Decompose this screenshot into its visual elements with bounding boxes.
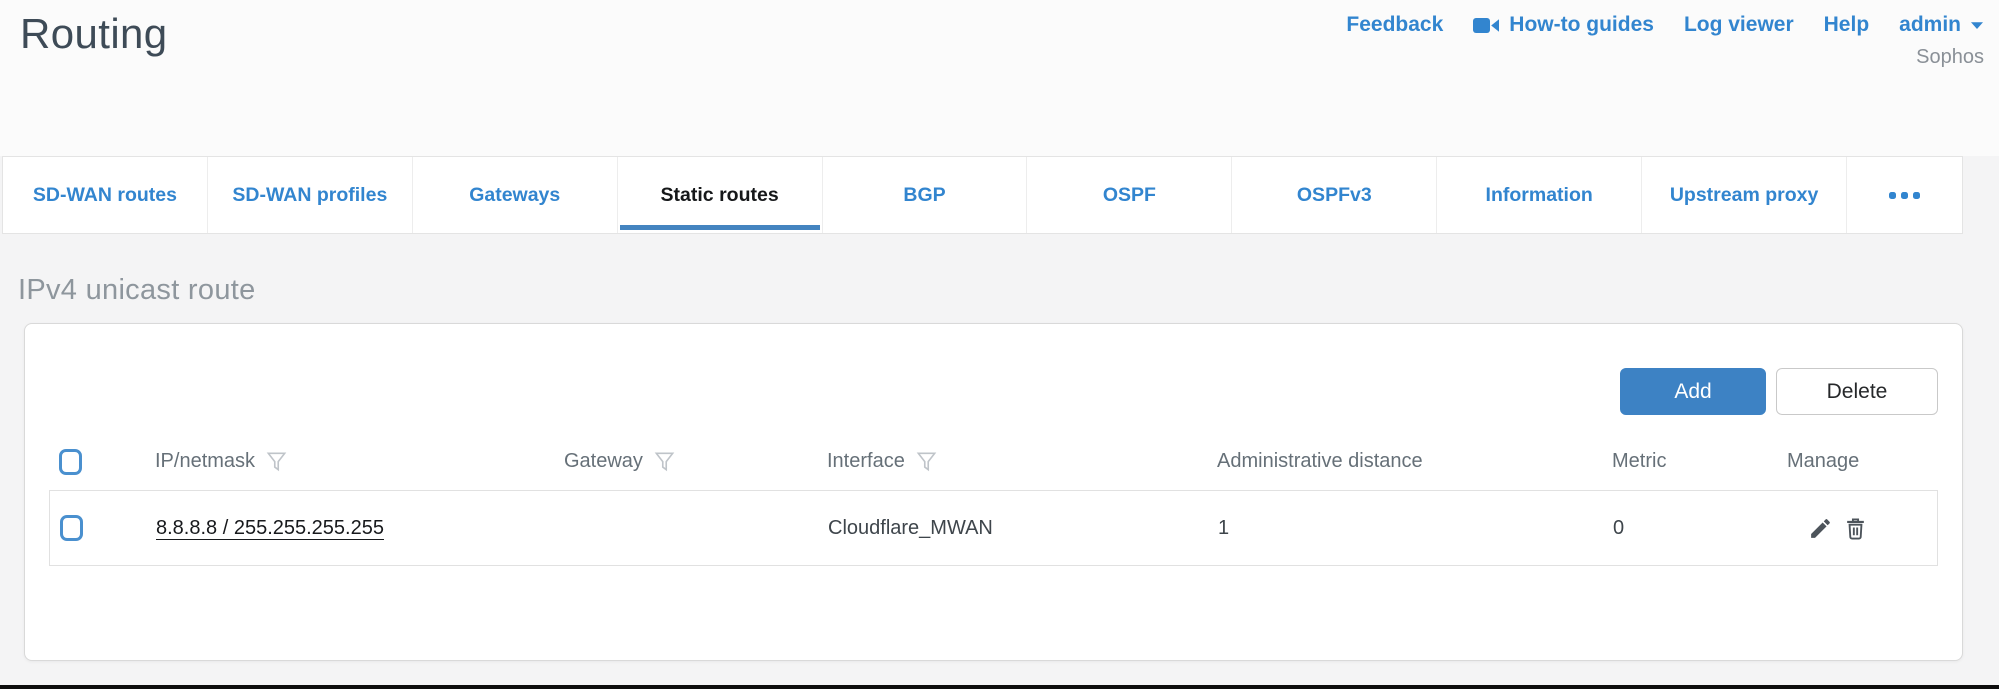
- column-label: Interface: [827, 450, 905, 473]
- pencil-edit-icon[interactable]: [1808, 516, 1833, 541]
- nav-log-viewer-label: Log viewer: [1684, 13, 1794, 37]
- tab-label: Gateways: [469, 184, 560, 207]
- table-header-row: IP/netmask Gateway Interface: [49, 433, 1938, 490]
- tab-static-routes[interactable]: Static routes: [618, 157, 823, 233]
- brand-label: Sophos: [1346, 46, 1984, 69]
- column-header-gateway: Gateway: [554, 450, 817, 473]
- row-admin-distance-cell: 1: [1208, 517, 1603, 540]
- row-checkbox-cell: [50, 515, 146, 541]
- nav-howto-label: How-to guides: [1509, 13, 1654, 37]
- column-label: Metric: [1612, 450, 1666, 473]
- routes-card: Add Delete IP/netmask Gateway: [24, 323, 1963, 661]
- tab-ospfv3[interactable]: OSPFv3: [1232, 157, 1437, 233]
- tab-label: OSPF: [1103, 184, 1156, 207]
- column-header-admin-distance: Administrative distance: [1207, 450, 1602, 473]
- nav-feedback-label: Feedback: [1346, 13, 1443, 37]
- column-header-ip-netmask: IP/netmask: [145, 450, 554, 473]
- column-header-manage: Manage: [1777, 450, 1938, 473]
- column-label: Manage: [1787, 450, 1859, 473]
- table-toolbar: Add Delete: [49, 324, 1938, 415]
- tab-label: OSPFv3: [1297, 184, 1372, 207]
- window-edge: [0, 685, 1999, 689]
- nav-admin-menu[interactable]: admin: [1899, 13, 1984, 37]
- tab-label: Upstream proxy: [1670, 184, 1818, 207]
- trash-icon[interactable]: [1843, 516, 1868, 541]
- tab-overflow-menu[interactable]: [1847, 157, 1962, 233]
- nav-log-viewer[interactable]: Log viewer: [1684, 13, 1794, 37]
- top-nav: Feedback How-to guides Log viewer Help a…: [1346, 13, 1984, 37]
- nav-howto-guides[interactable]: How-to guides: [1473, 13, 1654, 37]
- row-manage-cell: [1778, 516, 1937, 541]
- column-label: Gateway: [564, 450, 643, 473]
- caret-down-icon: [1970, 21, 1984, 30]
- add-button[interactable]: Add: [1620, 368, 1766, 415]
- row-ip-netmask-cell: 8.8.8.8 / 255.255.255.255: [146, 517, 555, 540]
- delete-button[interactable]: Delete: [1776, 368, 1938, 415]
- nav-help[interactable]: Help: [1824, 13, 1870, 37]
- tab-label: Static routes: [661, 184, 779, 207]
- tab-ospf[interactable]: OSPF: [1027, 157, 1232, 233]
- top-nav-area: Feedback How-to guides Log viewer Help a…: [1346, 13, 1984, 69]
- page-header: Routing Feedback How-to guides Log viewe…: [0, 0, 1999, 156]
- tab-label: BGP: [903, 184, 945, 207]
- route-link[interactable]: 8.8.8.8 / 255.255.255.255: [156, 517, 384, 540]
- section-heading: IPv4 unicast route: [18, 274, 1999, 307]
- tab-bgp[interactable]: BGP: [823, 157, 1028, 233]
- nav-help-label: Help: [1824, 13, 1870, 37]
- tab-sdwan-routes[interactable]: SD-WAN routes: [3, 157, 208, 233]
- row-checkbox[interactable]: [60, 515, 83, 541]
- row-metric-cell: 0: [1603, 517, 1778, 540]
- tab-upstream-proxy[interactable]: Upstream proxy: [1642, 157, 1847, 233]
- row-interface-cell: Cloudflare_MWAN: [818, 517, 1208, 540]
- nav-feedback[interactable]: Feedback: [1346, 13, 1443, 37]
- tab-information[interactable]: Information: [1437, 157, 1642, 233]
- tab-bar: SD-WAN routes SD-WAN profiles Gateways S…: [2, 156, 1963, 234]
- content-area: IPv4 unicast route Add Delete IP/netmask: [0, 234, 1999, 661]
- table-row: 8.8.8.8 / 255.255.255.255 Cloudflare_MWA…: [49, 490, 1938, 566]
- tab-label: Information: [1486, 184, 1593, 207]
- column-header-interface: Interface: [817, 450, 1207, 473]
- tab-gateways[interactable]: Gateways: [413, 157, 618, 233]
- column-label: Administrative distance: [1217, 450, 1423, 473]
- funnel-filter-icon[interactable]: [265, 450, 288, 473]
- select-all-checkbox[interactable]: [59, 449, 82, 475]
- column-label: IP/netmask: [155, 450, 255, 473]
- column-header-metric: Metric: [1602, 450, 1777, 473]
- tab-label: SD-WAN routes: [33, 184, 177, 207]
- tab-label: SD-WAN profiles: [232, 184, 387, 207]
- header-checkbox-cell: [49, 449, 145, 475]
- tab-sdwan-profiles[interactable]: SD-WAN profiles: [208, 157, 413, 233]
- funnel-filter-icon[interactable]: [915, 450, 938, 473]
- more-ellipsis-icon: [1889, 192, 1920, 199]
- video-camera-icon: [1473, 17, 1500, 34]
- funnel-filter-icon[interactable]: [653, 450, 676, 473]
- nav-admin-label: admin: [1899, 13, 1961, 37]
- routing-page: Routing Feedback How-to guides Log viewe…: [0, 0, 1999, 661]
